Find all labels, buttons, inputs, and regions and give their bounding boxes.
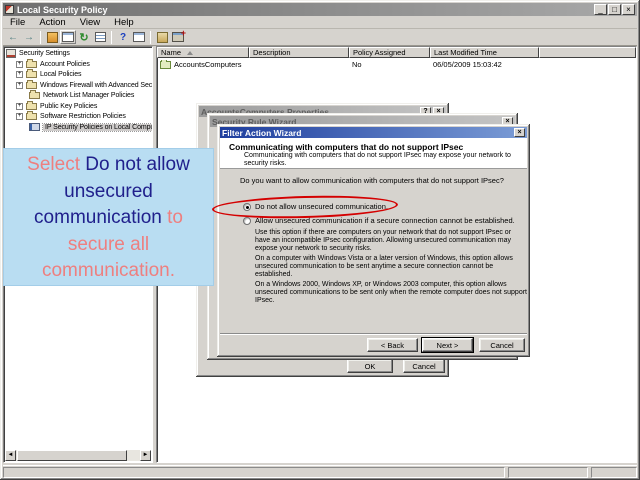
tree-item-network-list-manager[interactable]: Network List Manager Policies [29, 90, 134, 100]
scroll-left-icon[interactable]: ◄ [5, 450, 16, 461]
status-bar [3, 465, 637, 478]
tree-item-account-policies[interactable]: + Account Policies [16, 59, 90, 69]
forward-icon[interactable]: → [21, 30, 37, 44]
status-segment [591, 467, 637, 478]
next-button[interactable]: Next > [422, 338, 473, 352]
scrollbar-thumb[interactable] [17, 450, 127, 461]
app-icon [5, 5, 14, 14]
menu-view[interactable]: View [73, 17, 107, 28]
minimize-button[interactable]: _ [594, 4, 607, 15]
title-bar: Local Security Policy _ □ × [3, 3, 637, 16]
expand-icon[interactable]: + [16, 82, 23, 89]
security-settings-icon [6, 49, 16, 58]
cancel-button[interactable]: Cancel [403, 359, 445, 373]
policy-notebook-icon[interactable] [154, 30, 170, 44]
tree-item-software-restriction[interactable]: + Software Restriction Policies [16, 111, 126, 121]
wizard-paragraph-3: On a Windows 2000, Windows XP, or Window… [255, 281, 527, 305]
wizard-header: Communicating with computers that do not… [220, 138, 527, 169]
button-separator [220, 333, 527, 335]
export-list-icon[interactable] [92, 30, 108, 44]
toolbar: ← → ↻ ? [3, 29, 637, 46]
folder-icon [26, 61, 37, 68]
list-header: Name Description Policy Assigned Last Mo… [157, 47, 636, 58]
tree-item-windows-firewall[interactable]: + Windows Firewall with Advanced Securit… [16, 80, 153, 90]
column-header-policy-assigned[interactable]: Policy Assigned [349, 47, 430, 58]
window-pane-icon[interactable] [131, 30, 147, 44]
status-segment [3, 467, 505, 478]
wizard-paragraph-2: On a computer with Windows Vista or a la… [255, 255, 527, 279]
expand-icon[interactable]: + [16, 113, 23, 120]
toolbar-separator [111, 31, 112, 44]
toolbar-separator [150, 31, 151, 44]
tree-item-local-policies[interactable]: + Local Policies [16, 69, 81, 79]
close-button[interactable]: × [622, 4, 635, 15]
filter-wizard-title: Filter Action Wizard [222, 128, 512, 138]
folder-icon [26, 113, 37, 120]
expand-icon[interactable]: + [16, 71, 23, 78]
back-button[interactable]: < Back [367, 338, 418, 352]
annotation-callout: Select Do not allow unsecured communicat… [3, 148, 214, 286]
menu-action[interactable]: Action [32, 17, 72, 28]
column-header-filler [539, 47, 636, 58]
wizard-question: Do you want to allow communication with … [240, 176, 530, 185]
ipsec-icon [29, 123, 40, 131]
menu-file[interactable]: File [3, 17, 32, 28]
policy-row-accountscomputers[interactable]: AccountsComputers No 06/05/2009 15:03:42 [157, 59, 636, 70]
wizard-subheading: Communicating with computers that do not… [244, 152, 512, 168]
window-title: Local Security Policy [17, 5, 593, 15]
folder-icon [26, 82, 37, 89]
radio-unselected-icon[interactable] [243, 217, 251, 225]
folder-icon [29, 92, 40, 99]
sort-ascending-icon [187, 51, 193, 55]
help-icon[interactable]: ? [115, 30, 131, 44]
document-icon[interactable] [44, 30, 60, 44]
policy-icon [160, 61, 171, 69]
back-icon[interactable]: ← [5, 30, 21, 44]
add-computer-icon[interactable] [170, 30, 186, 44]
restore-button[interactable]: □ [608, 4, 621, 15]
scroll-right-icon[interactable]: ► [140, 450, 151, 461]
tree-item-ip-security-policies[interactable]: IP Security Policies on Local Computer [29, 122, 153, 132]
tree-horizontal-scrollbar[interactable]: ◄ ► [5, 450, 151, 461]
folder-icon [26, 71, 37, 78]
toolbar-separator [40, 31, 41, 44]
annotation-text-pink: Select [27, 154, 85, 175]
cancel-button[interactable]: Cancel [479, 338, 525, 352]
column-header-name[interactable]: Name [157, 47, 249, 58]
expand-icon[interactable]: + [16, 103, 23, 110]
folder-icon [26, 103, 37, 110]
filter-wizard-title-bar: Filter Action Wizard × [220, 127, 527, 138]
wizard-heading: Communicating with computers that do not… [229, 142, 463, 152]
menu-help[interactable]: Help [107, 17, 141, 28]
console-tree-icon[interactable] [60, 30, 76, 44]
column-header-last-modified[interactable]: Last Modified Time [430, 47, 539, 58]
tree-item-public-key-policies[interactable]: + Public Key Policies [16, 101, 97, 111]
filter-action-wizard-dialog: Filter Action Wizard × Communicating wit… [217, 124, 530, 357]
status-segment [508, 467, 588, 478]
wizard-paragraph-1: Use this option if there are computers o… [255, 229, 527, 253]
menu-bar: File Action View Help [3, 16, 637, 29]
refresh-icon[interactable]: ↻ [76, 30, 92, 44]
close-icon[interactable]: × [514, 128, 525, 137]
local-security-policy-window: Local Security Policy _ □ × File Action … [0, 0, 640, 480]
expand-icon[interactable]: + [16, 61, 23, 68]
ok-button[interactable]: OK [347, 359, 393, 373]
column-header-description[interactable]: Description [249, 47, 349, 58]
tree-item-security-settings[interactable]: Security Settings [6, 48, 70, 58]
